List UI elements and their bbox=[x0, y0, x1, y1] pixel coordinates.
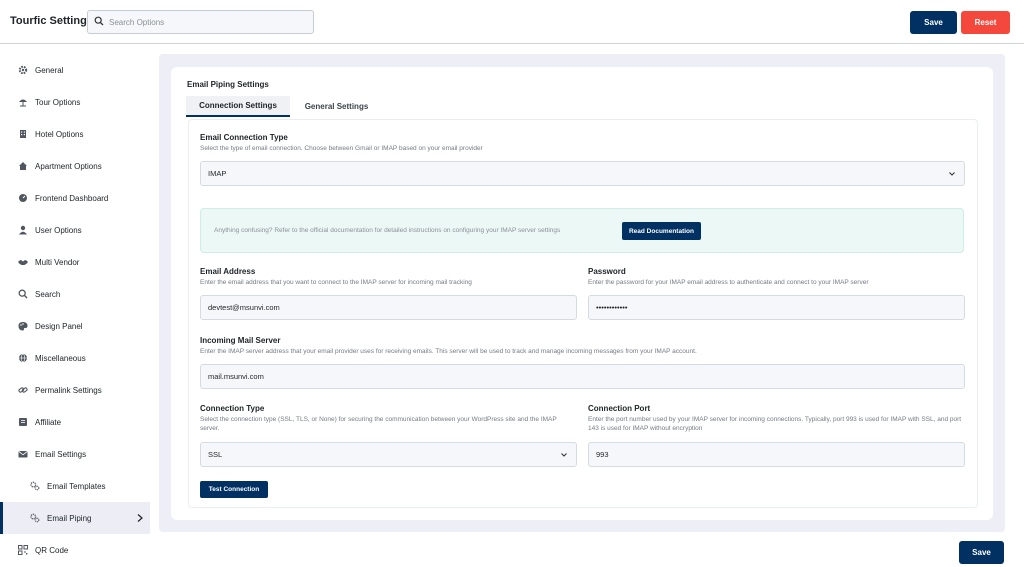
umbrella-icon bbox=[18, 97, 28, 107]
sidebar-item-label: General bbox=[35, 65, 64, 75]
envelope-icon bbox=[18, 449, 28, 459]
panel-title: Email Piping Settings bbox=[187, 80, 269, 89]
email-address-hint: Enter the email address that you want to… bbox=[200, 279, 472, 286]
sidebar-item-label: Search bbox=[35, 289, 61, 299]
app-title: Tourfic Settings bbox=[10, 15, 93, 27]
email-connection-type-hint: Select the type of email connection. Cho… bbox=[200, 145, 483, 152]
sidebar-item-permalink-settings[interactable]: Permalink Settings bbox=[0, 374, 150, 406]
sidebar-item-user-options[interactable]: User Options bbox=[0, 214, 150, 246]
handshake-icon bbox=[18, 257, 28, 267]
selected-value: SSL bbox=[208, 450, 223, 459]
chevron-down-icon bbox=[949, 172, 955, 176]
sidebar-item-label: Apartment Options bbox=[35, 161, 102, 171]
search-icon bbox=[18, 289, 28, 299]
reset-button[interactable]: Reset bbox=[961, 11, 1010, 34]
sidebar-item-label: Hotel Options bbox=[35, 129, 84, 139]
sidebar-item-multi-vendor[interactable]: Multi Vendor bbox=[0, 246, 150, 278]
sidebar-item-tour-options[interactable]: Tour Options bbox=[0, 86, 150, 118]
sidebar-item-label: Frontend Dashboard bbox=[35, 193, 109, 203]
selected-value: IMAP bbox=[208, 169, 227, 178]
save-button-top[interactable]: Save bbox=[910, 11, 957, 34]
gears-icon bbox=[30, 513, 40, 523]
sidebar-item-label: Email Templates bbox=[47, 481, 106, 491]
gear-icon bbox=[18, 65, 28, 75]
sidebar-item-label: QR Code bbox=[35, 545, 69, 555]
sidebar-item-label: Email Piping bbox=[47, 513, 92, 523]
email-connection-type-label: Email Connection Type bbox=[200, 133, 288, 142]
house-icon bbox=[18, 161, 28, 171]
sidebar-item-email-templates[interactable]: Email Templates bbox=[0, 470, 150, 502]
qr-code-icon bbox=[18, 545, 28, 555]
chevron-down-icon bbox=[561, 453, 567, 457]
password-hint: Enter the password for your IMAP email a… bbox=[588, 279, 869, 286]
search-box[interactable] bbox=[87, 10, 314, 34]
incoming-mail-server-input[interactable]: mail.msunvi.com bbox=[200, 364, 965, 389]
palette-icon bbox=[18, 321, 28, 331]
search-input[interactable] bbox=[109, 17, 299, 27]
connection-port-hint: Enter the port number used by your IMAP … bbox=[588, 416, 962, 432]
sidebar-item-apartment-options[interactable]: Apartment Options bbox=[0, 150, 150, 182]
affiliate-icon bbox=[18, 417, 28, 427]
connection-type-hint: Select the connection type (SSL, TLS, or… bbox=[200, 416, 557, 432]
dashboard-icon bbox=[18, 193, 28, 203]
connection-settings-section: Email Connection Type Select the type of… bbox=[188, 119, 978, 508]
sidebar-item-label: Multi Vendor bbox=[35, 257, 80, 267]
sidebar-item-affiliate[interactable]: Affiliate bbox=[0, 406, 150, 438]
sidebar-item-label: Email Settings bbox=[35, 449, 87, 459]
building-icon bbox=[18, 129, 28, 139]
globe-icon bbox=[18, 353, 28, 363]
documentation-notice: Anything confusing? Refer to the officia… bbox=[200, 208, 964, 253]
password-input[interactable]: •••••••••••• bbox=[588, 295, 965, 320]
sidebar-item-search[interactable]: Search bbox=[0, 278, 150, 310]
sidebar-item-miscellaneous[interactable]: Miscellaneous bbox=[0, 342, 150, 374]
sidebar-item-label: Design Panel bbox=[35, 321, 83, 331]
settings-panel: Email Piping Settings Connection Setting… bbox=[171, 67, 993, 520]
connection-type-select[interactable]: SSL bbox=[200, 442, 577, 467]
sidebar-item-design-panel[interactable]: Design Panel bbox=[0, 310, 150, 342]
save-button-bottom[interactable]: Save bbox=[959, 541, 1004, 564]
incoming-mail-server-label: Incoming Mail Server bbox=[200, 336, 281, 345]
sidebar-item-label: Permalink Settings bbox=[35, 385, 102, 395]
tab-connection-settings[interactable]: Connection Settings bbox=[186, 96, 290, 117]
top-header: Tourfic Settings Save Reset bbox=[0, 0, 1024, 44]
read-documentation-button[interactable]: Read Documentation bbox=[622, 222, 701, 240]
gears-icon bbox=[30, 481, 40, 491]
email-address-label: Email Address bbox=[200, 267, 256, 276]
notice-text: Anything confusing? Refer to the officia… bbox=[214, 227, 561, 234]
tab-general-settings[interactable]: General Settings bbox=[294, 96, 379, 117]
sidebar-item-label: Affiliate bbox=[35, 417, 62, 427]
connection-type-label: Connection Type bbox=[200, 404, 265, 413]
chevron-right-icon bbox=[137, 514, 143, 522]
link-icon bbox=[18, 385, 28, 395]
sidebar-item-frontend-dashboard[interactable]: Frontend Dashboard bbox=[0, 182, 150, 214]
sidebar-item-label: Tour Options bbox=[35, 97, 81, 107]
sidebar-item-label: User Options bbox=[35, 225, 82, 235]
incoming-mail-server-hint: Enter the IMAP server address that your … bbox=[200, 348, 697, 355]
sidebar-item-qr-code[interactable]: QR Code bbox=[0, 534, 150, 566]
test-connection-button[interactable]: Test Connection bbox=[200, 481, 268, 498]
sidebar-item-general[interactable]: General bbox=[0, 54, 150, 86]
connection-port-label: Connection Port bbox=[588, 404, 651, 413]
connection-port-input[interactable]: 993 bbox=[588, 442, 965, 467]
sidebar-item-email-piping[interactable]: Email Piping bbox=[0, 502, 150, 534]
sidebar: General Tour Options Hotel Options Apart… bbox=[0, 54, 150, 566]
search-icon bbox=[94, 13, 104, 31]
email-address-input[interactable]: devtest@msunvi.com bbox=[200, 295, 577, 320]
email-connection-type-select[interactable]: IMAP bbox=[200, 161, 965, 186]
user-icon bbox=[18, 225, 28, 235]
password-label: Password bbox=[588, 267, 626, 276]
sidebar-item-email-settings[interactable]: Email Settings bbox=[0, 438, 150, 470]
sidebar-item-hotel-options[interactable]: Hotel Options bbox=[0, 118, 150, 150]
sidebar-item-label: Miscellaneous bbox=[35, 353, 86, 363]
